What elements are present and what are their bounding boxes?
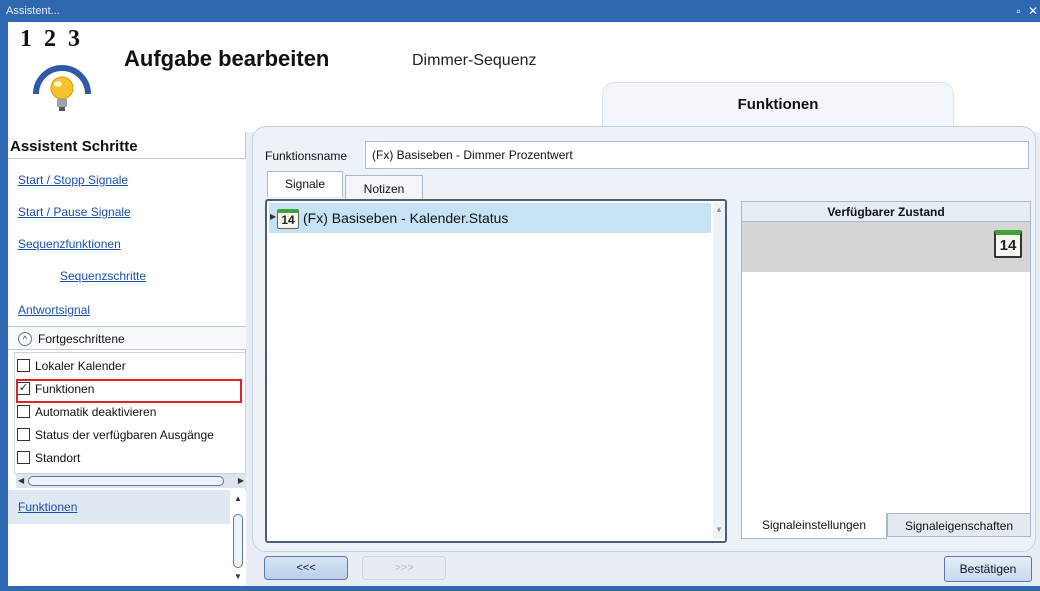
- option-status-ausgaenge[interactable]: Status der verfügbaren Ausgänge: [17, 425, 245, 445]
- window-title: Assistent...: [6, 5, 60, 17]
- window-controls: ▫ ✕: [1016, 0, 1040, 22]
- window-titlebar: Assistent... ▫ ✕: [0, 0, 1040, 22]
- previous-button[interactable]: <<<: [264, 556, 348, 580]
- tab-signaleigenschaften[interactable]: Signaleigenschaften: [887, 513, 1031, 537]
- states-header: Verfügbarer Zustand: [742, 202, 1030, 222]
- tab-funktionen[interactable]: Funktionen: [602, 82, 954, 126]
- available-states-panel: Verfügbarer Zustand 14: [741, 201, 1031, 535]
- close-icon[interactable]: ✕: [1028, 4, 1038, 18]
- page-subtitle: Dimmer-Sequenz: [412, 52, 537, 69]
- signals-scrollbar[interactable]: ▲ ▼: [713, 203, 725, 539]
- scroll-up-icon[interactable]: ▲: [234, 494, 242, 503]
- tab-signale[interactable]: Signale: [267, 171, 343, 197]
- page-title: Aufgabe bearbeiten: [124, 46, 330, 71]
- function-name-label: Funktionsname: [265, 149, 348, 163]
- window-frame-left: [0, 22, 8, 591]
- function-name-input[interactable]: (Fx) Basiseben - Dimmer Prozentwert: [365, 141, 1029, 169]
- scrollbar-thumb[interactable]: [233, 514, 243, 568]
- checkbox[interactable]: [17, 428, 30, 441]
- advanced-section-label: Fortgeschrittene: [38, 332, 125, 346]
- wizard-logo: 1 2 3: [20, 26, 110, 126]
- option-lokaler-kalender[interactable]: Lokaler Kalender: [17, 356, 245, 376]
- option-automatik-deaktivieren[interactable]: Automatik deaktivieren: [17, 402, 245, 422]
- horizontal-scrollbar[interactable]: ◀ ▶: [16, 474, 246, 488]
- step-sequenzfunktionen[interactable]: Sequenzfunktionen: [18, 237, 121, 251]
- scroll-left-icon[interactable]: ◀: [18, 474, 24, 488]
- option-label: Standort: [35, 451, 81, 465]
- vertical-scrollbar[interactable]: ▲ ▼: [230, 490, 246, 586]
- restore-icon[interactable]: ▫: [1016, 4, 1020, 18]
- calendar-state-icon[interactable]: 14: [994, 230, 1022, 258]
- option-label: Status der verfügbaren Ausgänge: [35, 428, 214, 442]
- step-start-stopp-signale[interactable]: Start / Stopp Signale: [18, 173, 128, 187]
- checkbox[interactable]: [17, 405, 30, 418]
- sidebar-title: Assistent Schritte: [10, 138, 138, 155]
- advanced-section-header[interactable]: ^ Fortgeschrittene: [8, 326, 246, 350]
- signals-list: ▶ 14 (Fx) Basiseben - Kalender.Status ▲ …: [265, 199, 727, 543]
- function-editor-panel: Funktionsname (Fx) Basiseben - Dimmer Pr…: [252, 126, 1036, 552]
- advanced-options-list: Lokaler Kalender ✓ Funktionen Automatik …: [14, 352, 246, 474]
- collapse-icon[interactable]: ^: [18, 332, 32, 346]
- option-label: Automatik deaktivieren: [35, 405, 157, 419]
- scroll-right-icon[interactable]: ▶: [238, 474, 244, 488]
- logo-digits: 1 2 3: [20, 26, 83, 52]
- signal-row[interactable]: ▶ 14 (Fx) Basiseben - Kalender.Status: [269, 203, 711, 233]
- checkbox[interactable]: [17, 359, 30, 372]
- step-antwortsignal[interactable]: Antwortsignal: [18, 303, 90, 317]
- tab-notizen[interactable]: Notizen: [345, 175, 423, 199]
- next-button[interactable]: >>>: [362, 556, 446, 580]
- checkbox[interactable]: [17, 451, 30, 464]
- highlight-annotation: [16, 379, 242, 403]
- steps-list: Start / Stopp Signale Start / Pause Sign…: [8, 158, 246, 326]
- step-sequenzschritte[interactable]: Sequenzschritte: [60, 269, 146, 283]
- signal-label: (Fx) Basiseben - Kalender.Status: [303, 210, 509, 226]
- expand-icon[interactable]: ▶: [270, 212, 276, 221]
- current-step-item[interactable]: Funktionen: [8, 490, 230, 524]
- option-label: Lokaler Kalender: [35, 359, 126, 373]
- scrollbar-thumb[interactable]: [28, 476, 224, 486]
- window-frame-bottom: [0, 586, 1040, 591]
- state-row[interactable]: 14: [742, 222, 1030, 272]
- step-funktionen[interactable]: Funktionen: [18, 500, 77, 514]
- tab-signaleinstellungen[interactable]: Signaleinstellungen: [741, 513, 887, 539]
- step-start-pause-signale[interactable]: Start / Pause Signale: [18, 205, 131, 219]
- option-standort[interactable]: Standort: [17, 448, 245, 468]
- scroll-up-icon[interactable]: ▲: [715, 205, 723, 214]
- lightbulb-icon: [33, 65, 91, 111]
- wizard-header: 1 2 3 Aufgabe bearbeiten Dimmer-Sequenz …: [8, 22, 1040, 132]
- confirm-button[interactable]: Bestätigen: [944, 556, 1032, 582]
- wizard-steps-sidebar: Assistent Schritte Start / Stopp Signale…: [8, 132, 246, 586]
- scroll-down-icon[interactable]: ▼: [234, 572, 242, 581]
- scroll-down-icon[interactable]: ▼: [715, 525, 723, 534]
- calendar-icon: 14: [277, 209, 299, 229]
